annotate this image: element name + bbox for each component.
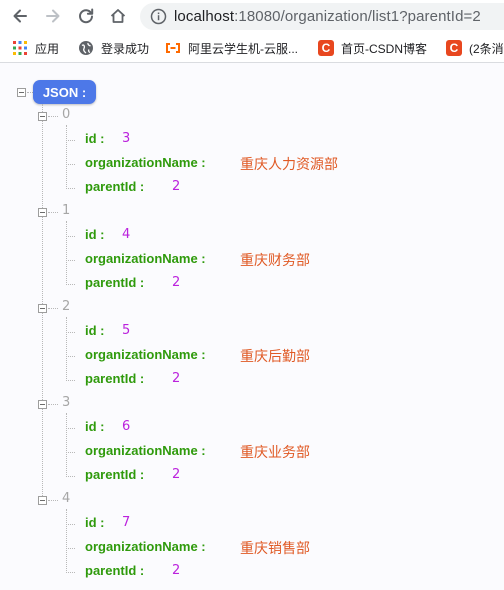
collapse-toggle[interactable] xyxy=(17,88,26,97)
info-icon[interactable] xyxy=(150,8,167,25)
reload-button[interactable] xyxy=(75,5,97,27)
json-key-organizationname: organizationName : xyxy=(85,443,206,458)
bookmark-aliyun[interactable]: 阿里云学生机-云服... xyxy=(165,39,298,57)
arrow-left-icon xyxy=(13,9,27,23)
tree-line xyxy=(66,413,67,475)
tree-connector xyxy=(66,332,75,333)
csdn-icon: C xyxy=(446,40,462,56)
tree-connector xyxy=(66,476,75,477)
array-index[interactable]: 4 xyxy=(62,491,70,506)
tree-connector xyxy=(48,404,58,405)
collapse-toggle[interactable] xyxy=(38,112,47,121)
json-key-organizationname: organizationName : xyxy=(85,539,206,554)
url-path: :18080/organization/list1?parentId=2 xyxy=(234,8,481,25)
tree-connector xyxy=(66,548,75,549)
tree-line xyxy=(66,221,67,283)
browser-toolbar: localhost:18080/organization/list1?paren… xyxy=(0,0,504,33)
json-key-id: id : xyxy=(85,323,105,338)
collapse-toggle[interactable] xyxy=(38,496,47,505)
json-number-value: 3 xyxy=(122,131,131,146)
bookmark-login[interactable]: 登录成功 xyxy=(78,39,149,57)
tree-connector xyxy=(66,188,75,189)
globe-icon xyxy=(79,41,93,55)
json-key-parentid: parentId : xyxy=(85,179,145,194)
tree-connector xyxy=(48,308,58,309)
array-index[interactable]: 0 xyxy=(62,107,70,122)
json-string-value: 重庆业务部 xyxy=(240,444,310,460)
home-icon xyxy=(110,9,126,23)
aliyun-icon xyxy=(166,43,180,53)
json-string-value: 重庆人力资源部 xyxy=(240,156,338,172)
json-key-organizationname: organizationName : xyxy=(85,155,206,170)
apps-grid-icon xyxy=(13,41,27,55)
array-index[interactable]: 1 xyxy=(62,203,70,218)
bookmark-label: 登录成功 xyxy=(101,41,150,56)
json-string-value: 重庆销售部 xyxy=(240,540,310,556)
collapse-toggle[interactable] xyxy=(38,304,47,313)
bookmark-csdn-messages[interactable]: C (2条消 xyxy=(446,39,504,57)
bookmarks-bar: 应用 登录成功 阿里云学生机-云服... C 首页-CSDN博客 C (2条消 xyxy=(0,33,504,63)
tree-line xyxy=(66,125,67,187)
json-number-value: 6 xyxy=(122,419,131,434)
tree-connector xyxy=(66,140,75,141)
json-number-value: 2 xyxy=(172,563,181,578)
tree-connector xyxy=(48,212,58,213)
json-number-value: 2 xyxy=(172,275,181,290)
json-number-value: 4 xyxy=(122,227,131,242)
array-index[interactable]: 3 xyxy=(62,395,70,410)
bookmark-label: (2条消 xyxy=(469,41,504,56)
json-key-parentid: parentId : xyxy=(85,467,145,482)
json-number-value: 2 xyxy=(172,371,181,386)
tree-connector xyxy=(48,116,58,117)
json-key-id: id : xyxy=(85,419,105,434)
tree-connector xyxy=(48,500,58,501)
back-button[interactable] xyxy=(9,5,31,27)
tree-connector xyxy=(66,356,75,357)
json-root-badge[interactable]: JSON : xyxy=(33,80,96,104)
tree-connector xyxy=(66,380,75,381)
tree-connector xyxy=(66,524,75,525)
json-number-value: 7 xyxy=(122,515,131,530)
address-bar[interactable]: localhost:18080/organization/list1?paren… xyxy=(140,3,504,30)
json-key-parentid: parentId : xyxy=(85,371,145,386)
json-number-value: 2 xyxy=(172,467,181,482)
home-button[interactable] xyxy=(107,5,129,27)
json-string-value: 重庆后勤部 xyxy=(240,348,310,364)
json-number-value: 5 xyxy=(122,323,131,338)
url-host: localhost xyxy=(174,8,235,25)
tree-line xyxy=(66,317,67,379)
json-key-id: id : xyxy=(85,515,105,530)
bookmark-label: 首页-CSDN博客 xyxy=(341,41,427,56)
tree-connector xyxy=(66,260,75,261)
json-key-organizationname: organizationName : xyxy=(85,251,206,266)
arrow-right-icon xyxy=(46,9,60,23)
json-number-value: 2 xyxy=(172,179,181,194)
array-index[interactable]: 2 xyxy=(62,299,70,314)
forward-button[interactable] xyxy=(42,5,64,27)
tree-connector xyxy=(66,236,75,237)
json-key-organizationname: organizationName : xyxy=(85,347,206,362)
tree-connector xyxy=(66,164,75,165)
bookmark-label: 应用 xyxy=(35,41,60,56)
tree-connector xyxy=(66,452,75,453)
tree-connector xyxy=(66,572,75,573)
collapse-toggle[interactable] xyxy=(38,400,47,409)
tree-line xyxy=(66,509,67,571)
json-key-parentid: parentId : xyxy=(85,275,145,290)
bookmark-csdn-home[interactable]: C 首页-CSDN博客 xyxy=(318,39,427,57)
json-key-parentid: parentId : xyxy=(85,563,145,578)
tree-connector xyxy=(66,284,75,285)
bookmark-label: 阿里云学生机-云服... xyxy=(188,41,298,56)
json-key-id: id : xyxy=(85,227,105,242)
bookmark-apps[interactable]: 应用 xyxy=(12,39,59,57)
json-key-id: id : xyxy=(85,131,105,146)
url-text[interactable]: localhost:18080/organization/list1?paren… xyxy=(174,8,481,25)
json-string-value: 重庆财务部 xyxy=(240,252,310,268)
tree-connector xyxy=(66,428,75,429)
reload-icon xyxy=(79,8,94,24)
collapse-toggle[interactable] xyxy=(38,208,47,217)
csdn-icon: C xyxy=(318,40,334,56)
json-viewer: JSON : 0 id : 3 organizationName : 重庆人力资源部 pa… xyxy=(0,63,504,590)
